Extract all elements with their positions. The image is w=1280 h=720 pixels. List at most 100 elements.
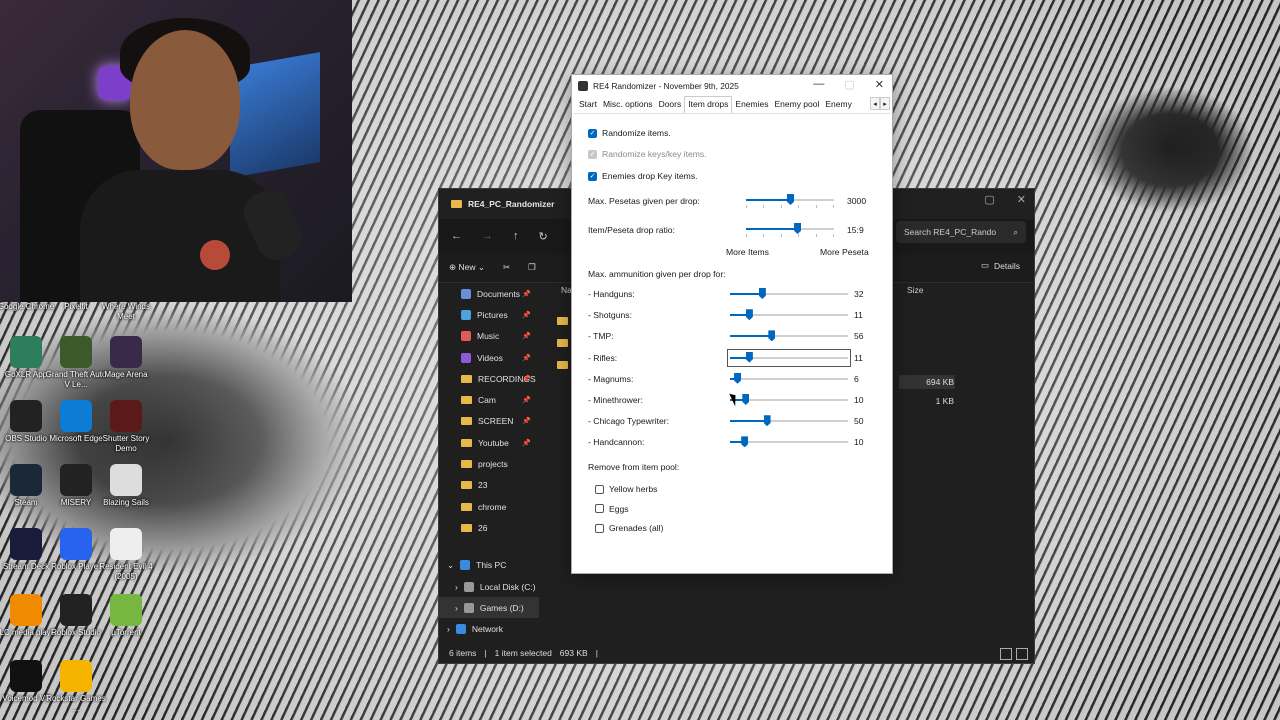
ammo-label: - Magnums: (588, 373, 634, 384)
shirt-emblem (200, 240, 230, 270)
desktop-shortcut[interactable]: Rockstar Games ... (44, 660, 108, 714)
slider[interactable] (730, 372, 848, 385)
remove-checkbox-row[interactable]: Yellow herbs (595, 484, 657, 494)
slider[interactable] (746, 223, 834, 237)
checkbox-icon[interactable] (595, 523, 604, 533)
sidebar-item[interactable]: Music 📌 (439, 326, 539, 347)
slider-thumb[interactable] (758, 288, 766, 299)
chevron-right-icon[interactable]: › (447, 624, 450, 634)
slider[interactable] (730, 288, 848, 300)
pictures-icon (461, 309, 471, 320)
forward-icon[interactable]: → (482, 230, 493, 242)
desktop-shortcut[interactable]: µTorrent (94, 594, 158, 638)
tree-item[interactable]: › Games (D:) (439, 597, 539, 619)
slider-thumb[interactable] (742, 394, 750, 405)
tab-enemies[interactable]: Enemies (732, 97, 771, 113)
sidebar-item[interactable]: Videos 📌 (439, 347, 539, 368)
slider[interactable] (746, 194, 834, 208)
tab-misc-options[interactable]: Misc. options (600, 97, 656, 113)
slider[interactable] (730, 436, 848, 448)
remove-checkbox-row[interactable]: Eggs (595, 504, 629, 514)
minimize-icon[interactable]: — (813, 78, 824, 91)
details-view-icon[interactable] (1000, 648, 1012, 660)
checkbox-row[interactable]: ✓ Randomize items. (588, 128, 671, 138)
back-icon[interactable]: ← (451, 230, 462, 242)
slider[interactable] (730, 394, 848, 406)
slider-thumb[interactable] (763, 415, 771, 427)
explorer-search-input[interactable]: Search RE4_PC_Rando ⌕ (896, 221, 1026, 243)
voicemod-icon (10, 660, 42, 692)
tree-item[interactable]: › Network (439, 618, 539, 639)
chevron-right-icon[interactable]: › (455, 603, 458, 613)
new-button[interactable]: ⊕ New ⌄ (449, 262, 485, 273)
sidebar-item[interactable]: Youtube 📌 (439, 432, 539, 453)
vlc-icon (10, 594, 42, 626)
desktop-shortcut[interactable]: Shutter Story Demo (94, 400, 158, 454)
tab-enemy[interactable]: Enemy (822, 97, 854, 113)
tab-scroll-left-icon[interactable]: ◂ (870, 97, 880, 110)
chevron-right-icon[interactable]: › (455, 582, 458, 592)
copy-icon[interactable]: ❐ (528, 262, 536, 273)
slider-thumb[interactable] (734, 372, 742, 384)
sidebar-item[interactable]: RECORDINGS 📌 (439, 368, 539, 389)
sidebar-item[interactable]: projects (439, 453, 539, 474)
slider-thumb[interactable] (794, 223, 802, 234)
slider-thumb[interactable] (745, 351, 753, 363)
slider[interactable] (730, 309, 848, 321)
chevron-down-icon[interactable]: ⌄ (447, 560, 454, 571)
sidebar-item[interactable]: 26 (439, 517, 539, 538)
remove-checkbox-row[interactable]: Grenades (all) (595, 523, 663, 533)
pin-icon: 📌 (522, 375, 531, 383)
tiles-view-icon[interactable] (1016, 648, 1028, 660)
desktop-shortcut[interactable]: Resident Evil 4 (2005) (94, 528, 158, 582)
tree-item-label: Local Disk (C:) (479, 581, 536, 592)
tab-scroll-right-icon[interactable]: ▸ (880, 97, 890, 110)
tree-item[interactable]: › Local Disk (C:) (439, 576, 539, 597)
slider-thumb[interactable] (787, 194, 794, 205)
slider[interactable] (727, 348, 851, 367)
checkbox-row[interactable]: ✓ Enemies drop Key items. (588, 171, 698, 181)
slider-tick (763, 234, 765, 237)
cut-icon[interactable]: ✂ (503, 262, 510, 273)
sidebar-item[interactable]: Cam 📌 (439, 389, 539, 410)
checkbox-row: ✓ Randomize keys/key items. (588, 149, 707, 159)
checkbox-checked-icon[interactable]: ✓ (588, 128, 597, 138)
sidebar-item[interactable]: chrome (439, 496, 539, 517)
slider-thumb[interactable] (745, 309, 753, 321)
sidebar-item[interactable]: Pictures 📌 (439, 304, 539, 325)
slider[interactable] (730, 415, 848, 427)
sidebar-item[interactable]: Documents 📌 (439, 283, 539, 304)
tab-doors[interactable]: Doors (656, 97, 685, 113)
close-icon[interactable]: ✕ (1017, 193, 1026, 206)
explorer-sidebar: Documents 📌 Pictures 📌 Music 📌 Videos 📌 RECORDIN… (439, 283, 539, 643)
tree-item[interactable]: ⌄ This PC (439, 555, 539, 576)
checkbox-icon[interactable] (595, 504, 604, 513)
pesetas-value: 3000 (847, 196, 867, 206)
desktop-shortcut[interactable]: Where Winds Meet (94, 302, 158, 322)
checkbox-icon[interactable] (595, 484, 604, 494)
checkbox-label: Randomize keys/key items. (602, 149, 707, 159)
details-label: Details (994, 260, 1020, 271)
desktop-shortcut[interactable]: Blazing Sails (94, 464, 158, 508)
slider[interactable] (730, 330, 848, 342)
up-icon[interactable]: ↑ (513, 230, 519, 242)
tab-enemy-pool[interactable]: Enemy pool (771, 97, 822, 113)
details-button[interactable]: ▭ Details (981, 260, 1020, 271)
desktop-shortcut[interactable]: Mage Arena (94, 336, 158, 380)
folder-icon (461, 481, 472, 490)
slider-thumb[interactable] (768, 330, 776, 342)
refresh-icon[interactable]: ↻ (539, 230, 548, 243)
close-icon[interactable]: ✕ (875, 78, 884, 91)
column-size[interactable]: Size (907, 285, 924, 295)
randomizer-window[interactable]: RE4 Randomizer - November 9th, 2025 — ▢ … (571, 74, 893, 574)
tab-start[interactable]: Start (576, 97, 600, 113)
tab-item-drops[interactable]: Item drops (684, 96, 733, 113)
sidebar-item[interactable]: SCREEN 📌 (439, 411, 539, 432)
slider-thumb[interactable] (741, 436, 749, 448)
maximize-icon[interactable]: ▢ (984, 193, 994, 206)
checkbox-icon: ✓ (588, 149, 597, 159)
ammo-value: 56 (854, 331, 864, 342)
checkbox-checked-icon[interactable]: ✓ (588, 171, 597, 181)
slider-track (730, 377, 848, 380)
sidebar-item[interactable]: 23 (439, 475, 539, 496)
